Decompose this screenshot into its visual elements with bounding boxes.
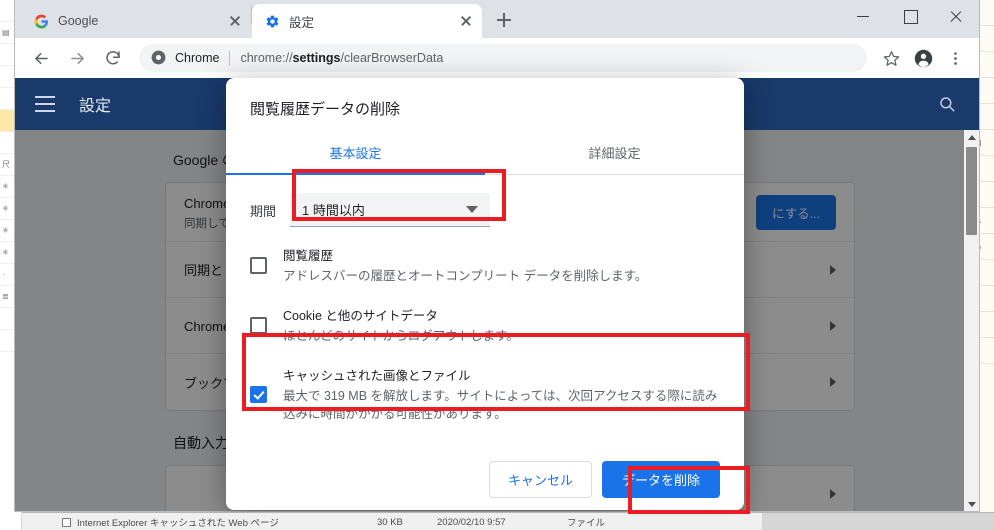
option-title: Cookie と他のサイトデータ <box>283 309 438 324</box>
three-dot-menu-icon[interactable] <box>941 44 969 72</box>
page-scrollbar[interactable] <box>964 130 979 511</box>
background-row-name: Internet Explorer キャッシュされた Web ページ <box>77 518 279 529</box>
page-title: 設定 <box>79 98 112 115</box>
minimize-icon[interactable] <box>841 0 887 32</box>
background-row-size: 30 KB <box>377 516 403 528</box>
option-text-group: キャッシュされた画像とファイル 最大で 319 MB を解放します。サイトによっ… <box>283 365 720 423</box>
time-range-label: 期間 <box>250 203 277 219</box>
background-disk-cleanup-window: Internet Explorer キャッシュされた Web ページ 30 KB… <box>22 512 994 530</box>
option-cookies[interactable]: Cookie と他のサイトデータ ほとんどのサイトからログアウトします。 <box>250 295 720 355</box>
checkbox-browsing-history[interactable] <box>250 257 267 274</box>
option-description: 最大で 319 MB を解放します。サイトによっては、次回アクセスする際に読み込… <box>283 389 718 422</box>
option-cached-images[interactable]: キャッシュされた画像とファイル 最大で 319 MB を解放します。サイトによっ… <box>250 355 720 433</box>
checkbox-icon <box>62 517 71 527</box>
dialog-body: 期間 1 時間以内 閲覧履歴 アドレスバーの履歴とオートコンプリート データを削… <box>226 175 744 448</box>
search-icon[interactable] <box>935 92 959 116</box>
close-icon[interactable] <box>933 0 979 32</box>
google-icon <box>33 13 49 29</box>
time-range-row: 期間 1 時間以内 <box>250 193 720 227</box>
tab-strip: Google 設定 <box>15 0 979 38</box>
background-row-type: ファイル <box>567 518 606 529</box>
reload-icon[interactable] <box>98 43 128 73</box>
new-tab-button[interactable] <box>490 6 518 34</box>
settings-gear-icon <box>264 13 280 29</box>
close-icon[interactable] <box>227 13 243 29</box>
option-text-group: 閲覧履歴 アドレスバーの履歴とオートコンプリート データを削除します。 <box>283 245 720 285</box>
delete-data-button[interactable]: データを削除 <box>601 460 720 498</box>
tab-title: Google <box>58 14 99 28</box>
option-browsing-history[interactable]: 閲覧履歴 アドレスバーの履歴とオートコンプリート データを削除します。 <box>250 235 720 295</box>
forward-arrow-icon[interactable] <box>62 43 92 73</box>
star-icon[interactable] <box>877 44 905 72</box>
url-text: chrome://settings/clearBrowserData <box>240 51 444 65</box>
close-icon[interactable] <box>458 13 474 29</box>
background-row-date: 2020/02/10 9:57 <box>437 516 506 528</box>
tab-title: 設定 <box>289 15 315 30</box>
address-bar[interactable]: Chrome chrome://settings/clearBrowserDat… <box>139 44 867 72</box>
screen: ▤ 尺 ✳ ✳ ✳ ✳ · ≣ ﾉ ▩ ┴ し る ≡ <box>0 0 994 530</box>
chrome-logo-icon <box>151 50 167 66</box>
back-arrow-icon[interactable] <box>26 43 56 73</box>
browser-toolbar: Chrome chrome://settings/clearBrowserDat… <box>15 38 979 78</box>
option-text-group: Cookie と他のサイトデータ ほとんどのサイトからログアウトします。 <box>283 305 720 345</box>
dialog-title: 閲覧履歴データの削除 <box>250 101 401 118</box>
tab-advanced[interactable]: 詳細設定 <box>485 133 744 174</box>
cancel-button[interactable]: キャンセル <box>488 460 592 498</box>
checkbox-cookies[interactable] <box>250 317 267 335</box>
hamburger-menu-icon[interactable] <box>35 96 55 112</box>
checkbox-cached-images[interactable] <box>250 385 267 403</box>
tab-basic[interactable]: 基本設定 <box>226 133 485 174</box>
omnibox-divider <box>229 50 231 66</box>
option-description: アドレスバーの履歴とオートコンプリート データを削除します。 <box>283 269 648 283</box>
chevron-down-icon <box>466 206 479 213</box>
option-title: 閲覧履歴 <box>283 249 334 263</box>
browser-tab-google[interactable]: Google <box>21 4 251 38</box>
window-controls <box>841 0 979 32</box>
scrollbar-thumb[interactable] <box>966 147 977 235</box>
clear-browsing-data-dialog: 閲覧履歴データの削除 基本設定 詳細設定 期間 1 時間以内 閲覧履歴 アドレス… <box>226 78 744 510</box>
time-range-dropdown[interactable]: 1 時間以内 <box>290 193 491 227</box>
site-identity-label: Chrome <box>175 51 220 65</box>
time-range-value: 1 時間以内 <box>302 203 365 218</box>
account-avatar-icon[interactable] <box>909 44 937 72</box>
option-title: キャッシュされた画像とファイル <box>283 369 471 384</box>
taskbar-area <box>762 513 994 530</box>
dialog-footer: キャンセル データを削除 <box>226 448 744 510</box>
dialog-tabs: 基本設定 詳細設定 <box>226 133 744 175</box>
maximize-icon[interactable] <box>887 0 933 32</box>
browser-tab-settings[interactable]: 設定 <box>252 4 482 38</box>
scroll-up-arrow-icon[interactable] <box>964 130 979 145</box>
scroll-down-arrow-icon[interactable] <box>964 497 979 511</box>
option-description: ほとんどのサイトからログアウトします。 <box>283 329 519 344</box>
